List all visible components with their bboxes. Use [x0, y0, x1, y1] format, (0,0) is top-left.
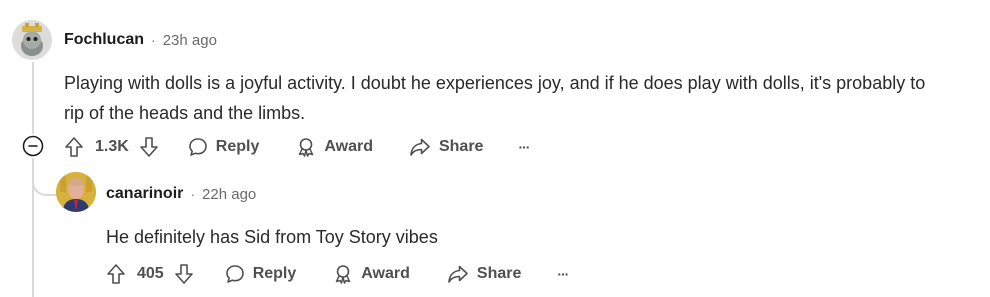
upvote-arrow-icon: [65, 137, 83, 157]
reply-label: Reply: [215, 138, 260, 155]
vote-count: 1.3K: [95, 138, 129, 155]
more-options-icon: ···: [557, 266, 569, 282]
award-label: Award: [324, 138, 373, 155]
award-ribbon-icon: [299, 138, 314, 157]
thread-connector: [32, 160, 58, 196]
more-options-button[interactable]: ···: [557, 266, 569, 282]
downvote-button[interactable]: [174, 263, 194, 285]
comment-body: Playing with dolls is a joyful activity.…: [64, 68, 984, 128]
share-arrow-icon: [448, 265, 468, 283]
comment-body-line: Playing with dolls is a joyful activity.…: [64, 73, 926, 93]
share-arrow-icon: [410, 138, 430, 156]
vote-count: 405: [137, 265, 164, 282]
reply-button[interactable]: Reply: [225, 264, 297, 284]
upvote-arrow-icon: [107, 264, 125, 284]
collapse-button[interactable]: [22, 135, 44, 157]
avatar[interactable]: [56, 172, 96, 212]
user-photo-icon: [56, 172, 96, 212]
speech-bubble-icon: [225, 265, 244, 283]
reply-button[interactable]: Reply: [188, 137, 260, 157]
award-label: Award: [361, 265, 410, 282]
share-button[interactable]: Share: [409, 137, 483, 157]
reply-label: Reply: [252, 265, 297, 282]
award-button[interactable]: Award: [296, 137, 373, 157]
share-button[interactable]: Share: [447, 264, 521, 284]
upvote-button[interactable]: [64, 136, 84, 158]
comment-action-bar: 1.3K Reply Award Share ···: [64, 135, 530, 159]
comment-action-bar: 405 Reply Award Share ···: [106, 262, 569, 286]
more-options-button[interactable]: ···: [518, 139, 530, 155]
comment-body-line: He definitely has Sid from Toy Story vib…: [106, 227, 438, 247]
speech-bubble-icon: [188, 138, 207, 156]
snoo-avatar-icon: [12, 20, 52, 60]
username[interactable]: Fochlucan: [64, 31, 144, 49]
upvote-button[interactable]: [106, 263, 126, 285]
share-label: Share: [476, 265, 522, 282]
separator-dot: ·: [151, 32, 156, 48]
downvote-arrow-icon: [174, 264, 193, 284]
share-label: Share: [438, 138, 484, 155]
comment-body: He definitely has Sid from Toy Story vib…: [106, 222, 966, 252]
username[interactable]: canarinoir: [106, 185, 183, 203]
separator-dot: ·: [190, 186, 196, 202]
comment-header: canarinoir · 22h ago: [106, 185, 256, 203]
avatar[interactable]: [12, 20, 52, 60]
timestamp[interactable]: 23h ago: [163, 32, 217, 49]
comment-body-line: rip of the heads and the limbs.: [64, 103, 306, 123]
award-button[interactable]: Award: [333, 264, 410, 284]
timestamp[interactable]: 22h ago: [202, 186, 256, 203]
downvote-arrow-icon: [139, 137, 158, 157]
thread-line-main: [32, 62, 34, 134]
downvote-button[interactable]: [139, 136, 159, 158]
comment-header: Fochlucan · 23h ago: [64, 31, 217, 49]
minus-circle-icon: [22, 135, 44, 157]
more-options-icon: ···: [518, 139, 530, 155]
award-ribbon-icon: [336, 265, 351, 284]
